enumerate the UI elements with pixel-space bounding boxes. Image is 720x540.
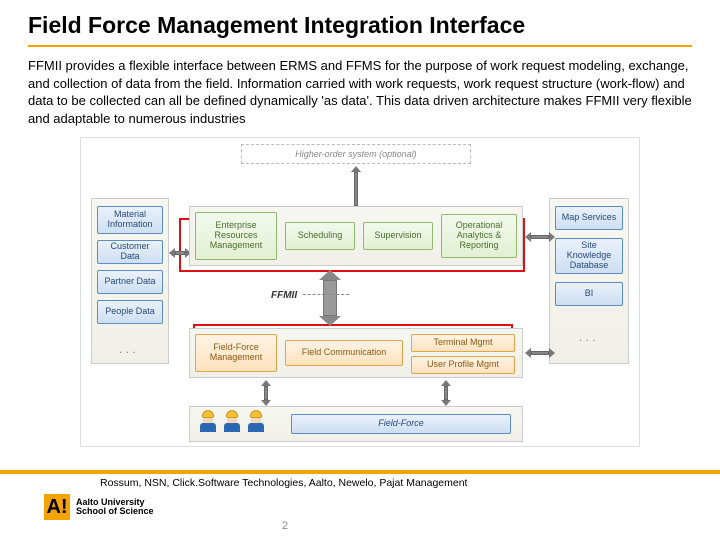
ffmii-label: FFMII: [271, 290, 297, 301]
higher-order-label: Higher-order system (optional): [295, 149, 416, 159]
right-box-0: Map Services: [555, 206, 623, 230]
worker-icon: [223, 410, 241, 432]
logo-line2: School of Science: [76, 507, 154, 516]
higher-order-box: Higher-order system (optional): [241, 144, 471, 164]
description-text: FFMII provides a flexible interface betw…: [28, 57, 692, 127]
left-box-2: Partner Data: [97, 270, 163, 294]
field-force-box: Field-Force: [291, 414, 511, 434]
worker-icon: [199, 410, 217, 432]
ffm-sub-0: Field Communication: [285, 340, 403, 366]
architecture-diagram: Higher-order system (optional) Material …: [80, 137, 640, 447]
left-dots: . . .: [119, 342, 136, 356]
page-number: 2: [282, 520, 288, 532]
credits-text: Rossum, NSN, Click.Software Technologies…: [100, 477, 467, 489]
erm-sub-2: Operational Analytics & Reporting: [441, 214, 517, 258]
erm-sub-0: Scheduling: [285, 222, 355, 250]
worker-icon: [247, 410, 265, 432]
left-box-0: Material Information: [97, 206, 163, 234]
logo-mark-icon: A!: [44, 494, 70, 520]
erm-sub-1: Supervision: [363, 222, 433, 250]
right-dots: . . .: [579, 330, 596, 344]
page-title: Field Force Management Integration Inter…: [28, 12, 692, 47]
erm-box: Enterprise Resources Management: [195, 212, 277, 260]
right-box-2: BI: [555, 282, 623, 306]
ffm-sub-1: Terminal Mgmt: [411, 334, 515, 352]
ffm-sub-2: User Profile Mgmt: [411, 356, 515, 374]
left-box-1: Customer Data: [97, 240, 163, 264]
ffmii-arrow-icon: [319, 270, 341, 326]
ffm-box: Field-Force Management: [195, 334, 277, 372]
divider-stripe: [0, 470, 720, 474]
aalto-logo: A! Aalto University School of Science: [44, 494, 154, 520]
left-box-3: People Data: [97, 300, 163, 324]
right-box-1: Site Knowledge Database: [555, 238, 623, 274]
